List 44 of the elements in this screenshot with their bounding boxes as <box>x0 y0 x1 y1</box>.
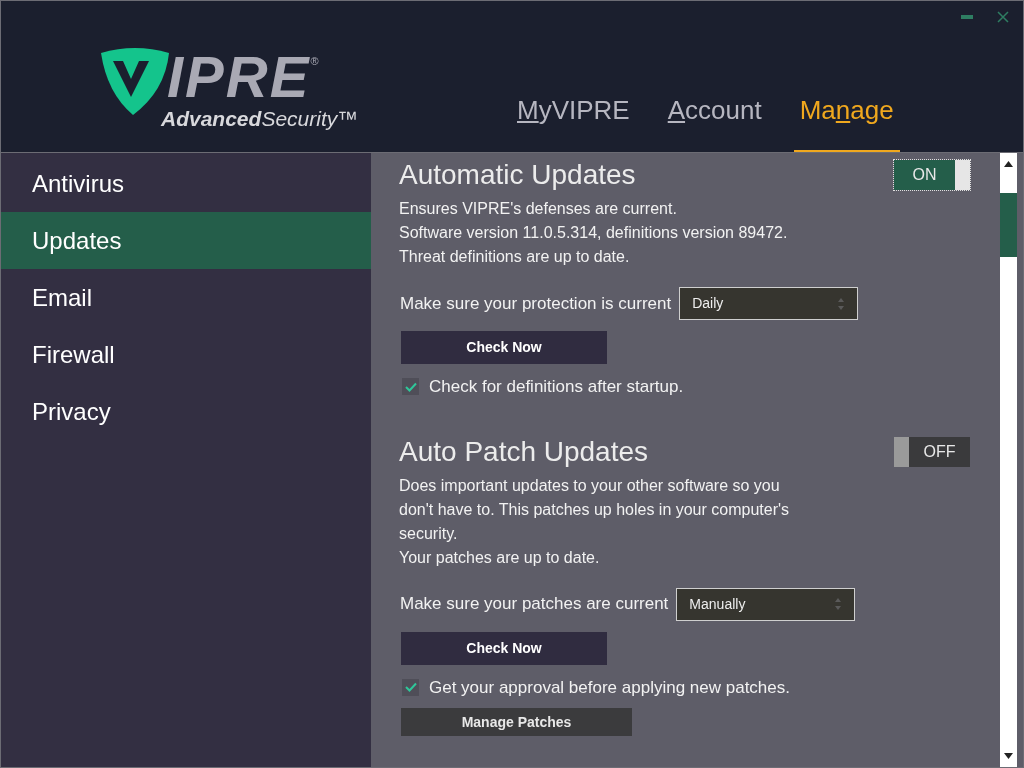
frequency-dropdown[interactable]: Daily <box>679 287 859 320</box>
toggle-knob <box>894 436 909 467</box>
toggle-label: ON <box>911 165 938 185</box>
setting-label: Make sure your protection is current <box>400 292 672 315</box>
frequency-dropdown[interactable]: Manually <box>676 587 856 621</box>
sidebar-item[interactable]: Email <box>1 269 371 326</box>
setting-label: Make sure your patches are current <box>400 593 669 616</box>
sidebar-item[interactable]: Updates <box>1 212 371 269</box>
spinner-arrows-icon <box>834 597 843 611</box>
checkmark-icon <box>404 381 417 392</box>
spinner-arrows-icon <box>837 296 846 311</box>
checkbox[interactable] <box>402 678 419 696</box>
checkmark-icon <box>404 682 417 693</box>
sidebar-item[interactable]: Antivirus <box>1 155 371 212</box>
checkbox-label: Get your approval before applying new patches. <box>429 676 790 699</box>
description-text: Does important updates to your other software so you don't have to. This patches up holes in your computer's security. <box>399 475 791 544</box>
minimize-icon[interactable] <box>961 14 973 20</box>
registered-mark: ® <box>310 54 319 69</box>
sidebar-item[interactable]: Firewall <box>1 326 371 383</box>
nav-tab[interactable]: MyVIPRE <box>511 91 636 152</box>
toggle-switch[interactable]: ON <box>894 160 970 190</box>
checkbox-label: Check for definitions after startup. <box>429 376 684 398</box>
scroll-up-icon[interactable] <box>1004 161 1013 167</box>
scrollbar-thumb[interactable] <box>1000 193 1017 257</box>
description-text: Ensures VIPRE's defenses are current. <box>399 199 678 219</box>
scroll-down-icon[interactable] <box>1004 753 1013 759</box>
check-now-button[interactable]: Check Now <box>401 631 607 665</box>
logo-tagline: AdvancedSecurity™ <box>161 107 359 131</box>
check-now-button[interactable]: Check Now <box>401 331 607 364</box>
close-icon[interactable] <box>997 11 1009 23</box>
description-text: Threat definitions are up to date. <box>399 247 631 267</box>
logo-wordmark: IPRE <box>167 49 311 105</box>
toggle-switch[interactable]: OFF <box>894 436 970 467</box>
scrollbar[interactable] <box>1000 153 1017 767</box>
nav-tab[interactable]: Account <box>661 91 768 152</box>
description-text: Your patches are up to date. <box>399 547 601 568</box>
sidebar-item[interactable]: Privacy <box>1 383 371 440</box>
section-title: Automatic Updates <box>399 158 636 192</box>
toggle-knob <box>955 160 970 190</box>
checkbox[interactable] <box>402 378 419 396</box>
section-title: Auto Patch Updates <box>399 434 649 469</box>
description-text: Software version 11.0.5.314, definitions version 89472. <box>399 223 789 243</box>
toggle-label: OFF <box>922 441 957 462</box>
manage-patches-button[interactable]: Manage Patches <box>401 708 632 736</box>
